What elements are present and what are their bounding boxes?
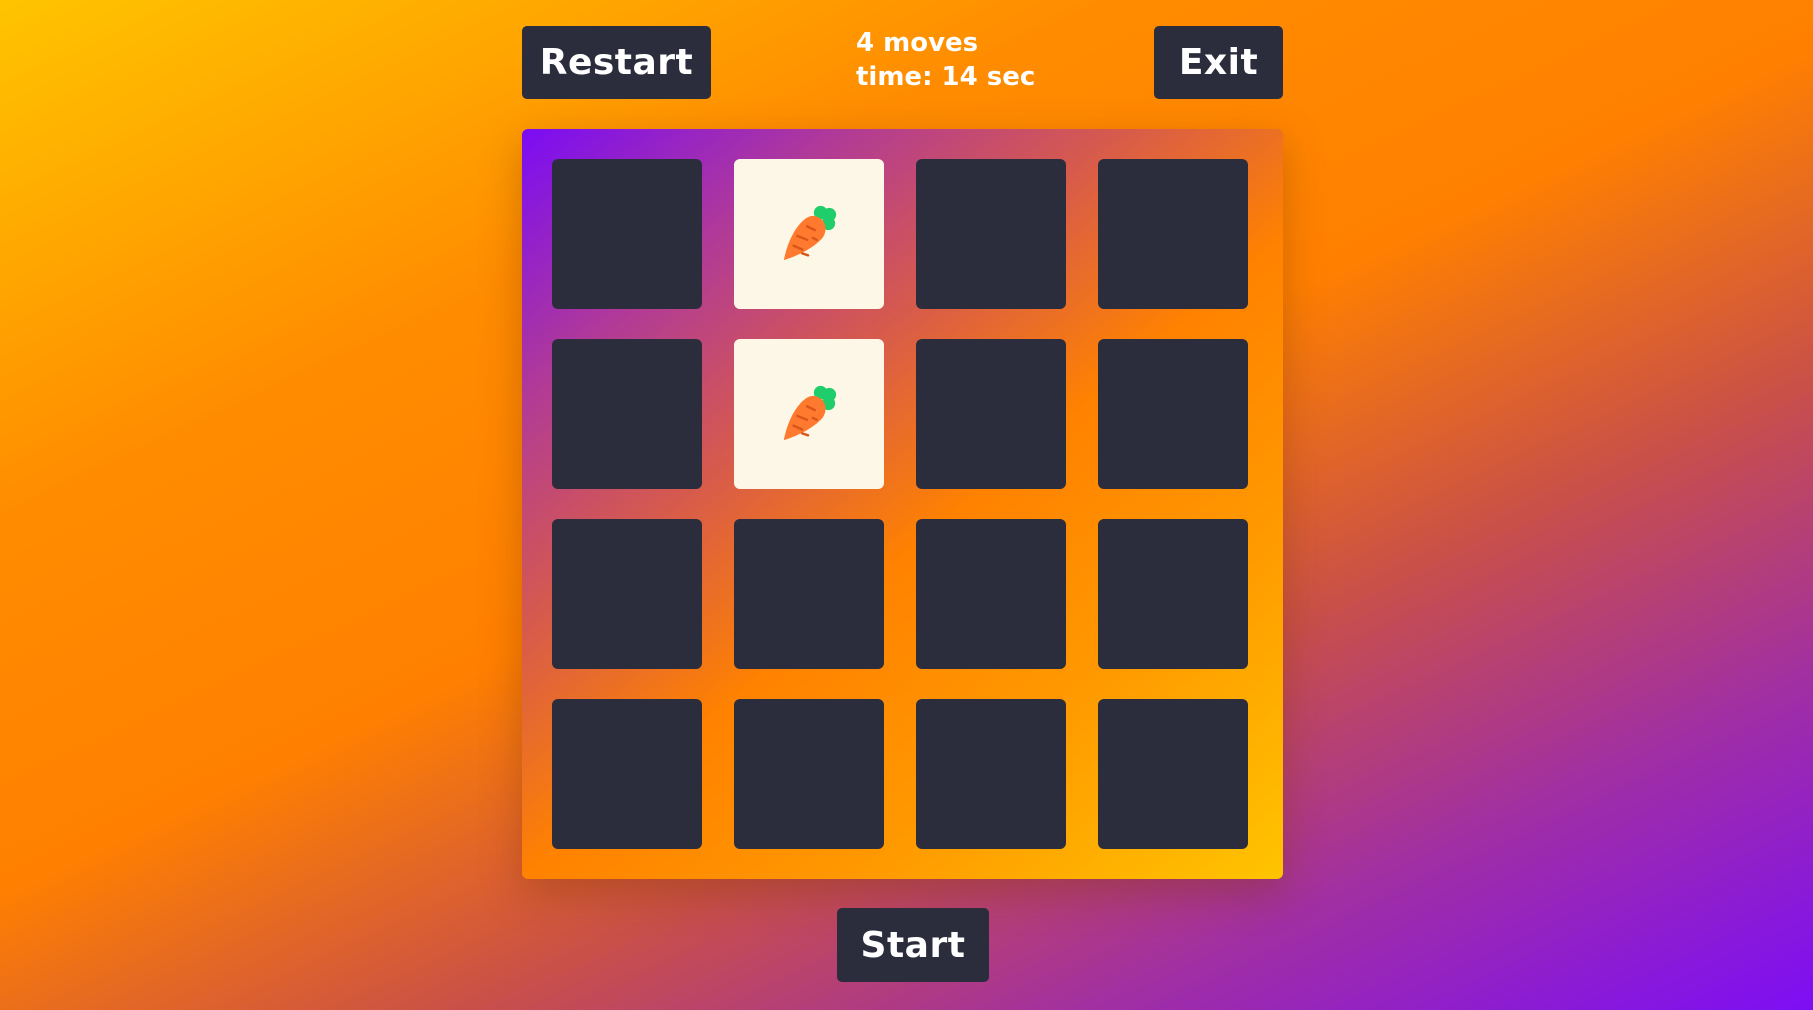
memory-card[interactable]: [1098, 339, 1248, 489]
restart-button[interactable]: Restart: [522, 26, 711, 99]
carrot-icon: [783, 205, 837, 261]
memory-card[interactable]: [552, 159, 702, 309]
memory-card[interactable]: [916, 339, 1066, 489]
memory-card[interactable]: [552, 699, 702, 849]
memory-card[interactable]: [1098, 519, 1248, 669]
memory-card[interactable]: [552, 519, 702, 669]
game-board: [522, 129, 1283, 879]
exit-button[interactable]: Exit: [1154, 26, 1283, 99]
memory-card[interactable]: [734, 339, 884, 489]
memory-card[interactable]: [1098, 159, 1248, 309]
memory-card[interactable]: [1098, 699, 1248, 849]
memory-card[interactable]: [734, 519, 884, 669]
memory-card[interactable]: [916, 519, 1066, 669]
start-button[interactable]: Start: [837, 908, 989, 982]
carrot-icon: [783, 385, 837, 441]
memory-card[interactable]: [734, 699, 884, 849]
memory-card[interactable]: [552, 339, 702, 489]
memory-card[interactable]: [916, 699, 1066, 849]
game-stats: 4 moves time: 14 sec: [856, 26, 1035, 94]
moves-counter: 4 moves: [856, 28, 979, 58]
memory-card[interactable]: [916, 159, 1066, 309]
timer: time: 14 sec: [856, 62, 1036, 92]
memory-card[interactable]: [734, 159, 884, 309]
